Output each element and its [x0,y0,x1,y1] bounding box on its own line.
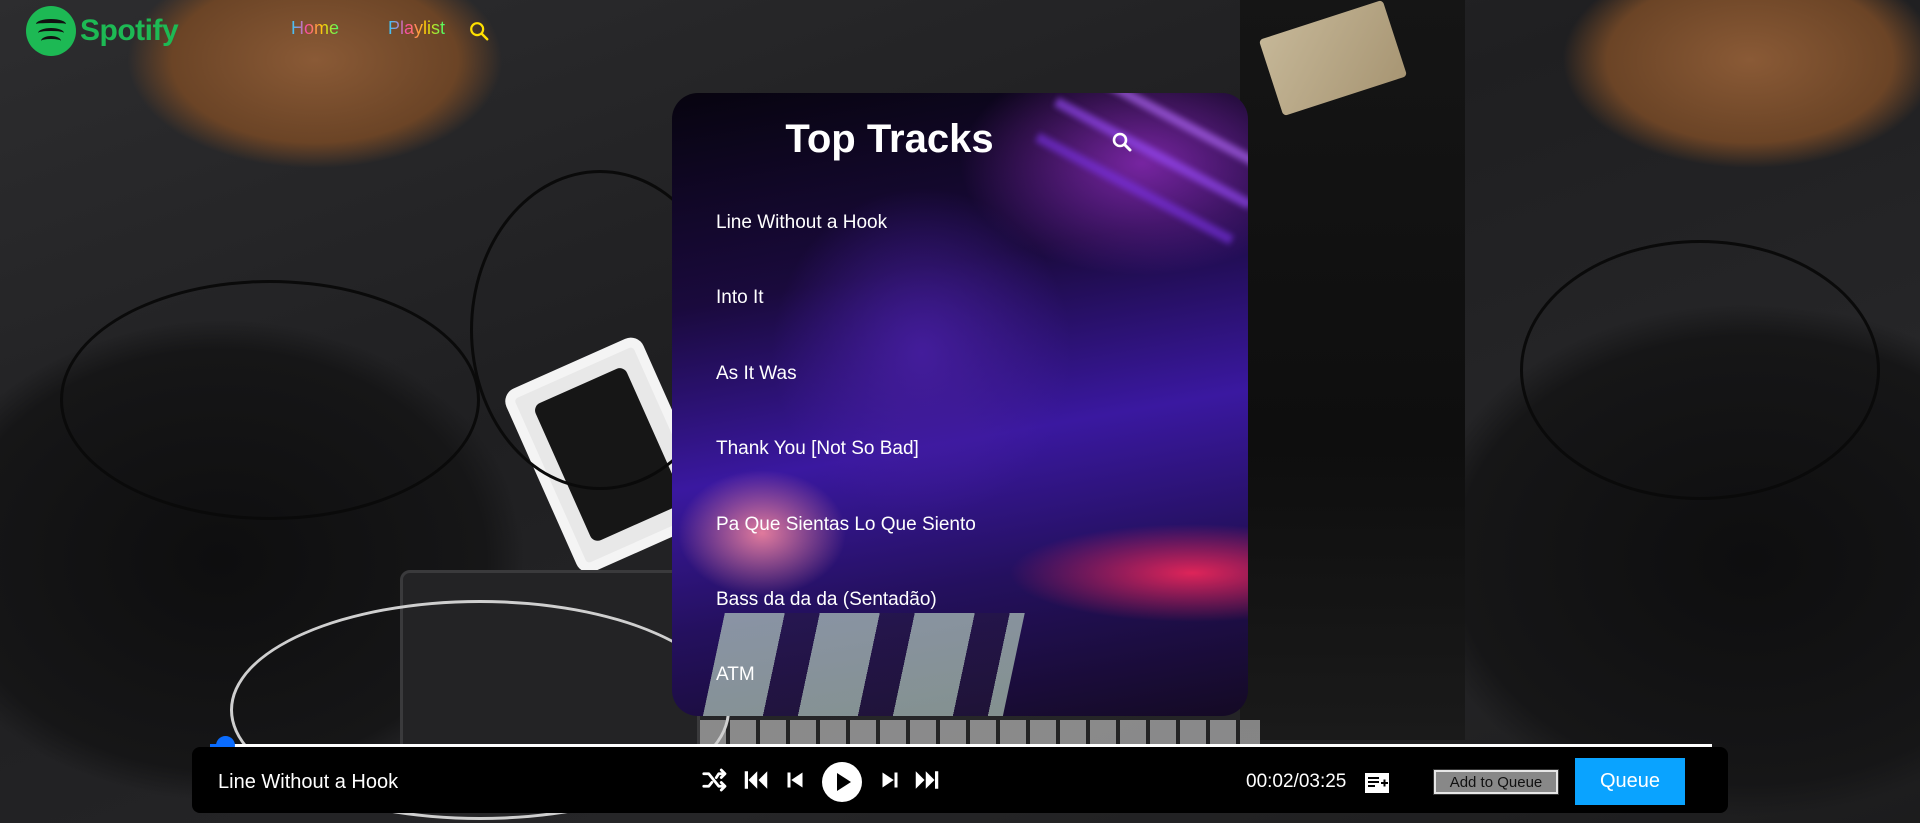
track-item[interactable]: Thank You [Not So Bad] [716,439,976,514]
skip-forward-icon[interactable] [912,765,942,795]
queue-button[interactable]: Queue [1575,758,1685,805]
track-item[interactable]: Line Without a Hook [716,213,976,288]
top-tracks-card: Top Tracks Line Without a Hook Into It A… [672,93,1248,716]
background-cable [1520,240,1880,500]
next-icon[interactable] [875,765,905,795]
nav-home-link[interactable]: Home [291,18,339,39]
add-to-queue-button[interactable]: Add to Queue [1433,769,1559,795]
player-bar: Line Without a Hook 00:02/03:25 Add to Q… [192,747,1728,813]
track-item[interactable]: Bass da da da (Sentadão) [716,590,976,665]
track-item[interactable]: As It Was [716,364,976,439]
background-desk [1240,0,1465,740]
track-item[interactable]: Pa Que Sientas Lo Que Siento [716,515,976,590]
spotify-logo-icon [26,6,76,56]
skip-back-icon[interactable] [741,765,771,795]
time-display: 00:02/03:25 [1246,771,1347,792]
now-playing-title: Line Without a Hook [218,771,399,793]
top-navigation: Spotify Home Playlist [0,0,1920,60]
track-item[interactable]: Into It [716,288,976,363]
shuffle-icon[interactable] [700,765,730,795]
nav-playlist-link[interactable]: Playlist [388,18,445,39]
top-tracks-title: Top Tracks [785,117,994,161]
search-icon[interactable] [468,20,490,42]
playlist-add-icon[interactable] [1364,770,1390,794]
brand-logo[interactable]: Spotify [26,6,179,56]
search-icon[interactable] [1110,130,1134,154]
track-list: Line Without a Hook Into It As It Was Th… [716,213,976,716]
brand-name: Spotify [80,14,179,47]
play-button[interactable] [822,762,862,802]
track-item[interactable]: ATM [716,665,976,716]
background-cable [60,280,480,520]
previous-icon[interactable] [780,765,810,795]
